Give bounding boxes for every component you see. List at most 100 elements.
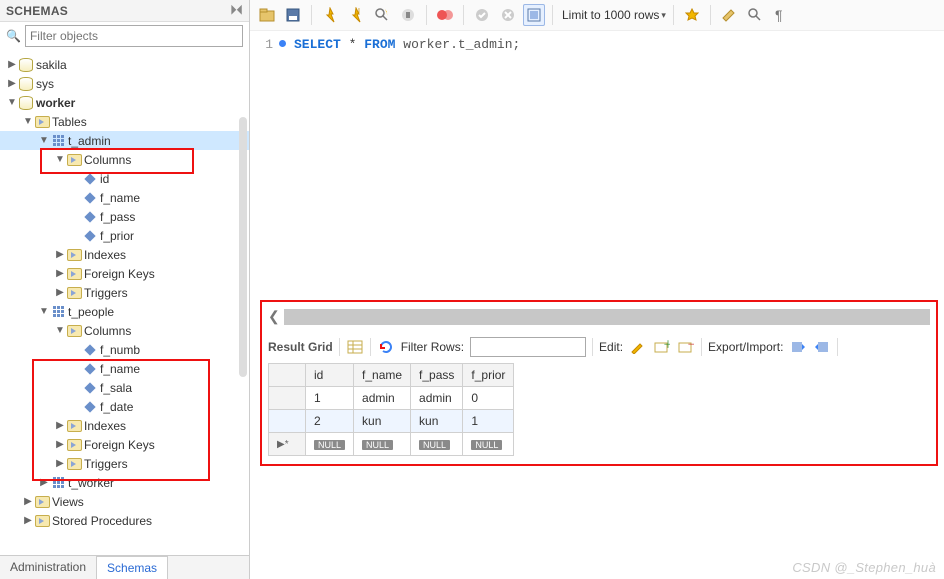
folder-stored-procedures[interactable]: ▶Stored Procedures [0,511,249,530]
table-t-admin[interactable]: ▼t_admin [0,131,249,150]
export-button[interactable] [789,339,807,355]
column-icon [84,382,95,393]
col-header[interactable]: f_name [354,364,411,387]
svg-text:＋: ＋ [663,340,670,351]
svg-text:－: － [687,340,694,351]
column-icon [84,211,95,222]
folder-icon [67,458,82,470]
results-nav: ❮ [268,308,930,325]
line-number: 1 [265,37,273,52]
column-icon [84,230,95,241]
column-icon [84,401,95,412]
folder-icon [35,515,50,527]
breakpoint-icon[interactable] [279,40,286,47]
toggle-autocommit-button[interactable] [434,4,456,26]
tab-schemas[interactable]: Schemas [96,556,168,579]
execute-button[interactable] [319,4,341,26]
db-sakila[interactable]: ▶sakila [0,55,249,74]
folder-icon [67,249,82,261]
beautify-button[interactable] [681,4,703,26]
brush-button[interactable] [718,4,740,26]
table-icon [53,477,64,488]
database-icon [19,96,33,110]
grid-row[interactable]: 1adminadmin0 [269,387,514,410]
col-f-name[interactable]: f_name [0,188,249,207]
col-f-name-p[interactable]: f_name [0,359,249,378]
col-f-numb[interactable]: f_numb [0,340,249,359]
folder-icon [67,154,82,166]
svg-text:¶: ¶ [775,7,783,23]
add-row-button[interactable]: ＋ [653,339,671,355]
folder-tables[interactable]: ▼Tables [0,112,249,131]
tab-administration[interactable]: Administration [0,556,96,579]
rollback-button[interactable] [497,4,519,26]
schema-tree[interactable]: ▶sakila ▶sys ▼worker ▼Tables ▼t_admin ▼C… [0,51,249,555]
col-f-date[interactable]: f_date [0,397,249,416]
folder-columns-people[interactable]: ▼Columns [0,321,249,340]
col-f-sala[interactable]: f_sala [0,378,249,397]
database-icon [19,77,33,91]
db-worker[interactable]: ▼worker [0,93,249,112]
toggle-invisible-button[interactable]: ¶ [770,4,792,26]
folder-triggers-admin[interactable]: ▶Triggers [0,283,249,302]
col-f-pass[interactable]: f_pass [0,207,249,226]
result-grid-label: Result Grid [268,340,333,354]
stop-button[interactable] [397,4,419,26]
col-id[interactable]: id [0,169,249,188]
sidebar-title: SCHEMAS [6,4,68,18]
db-sys[interactable]: ▶sys [0,74,249,93]
col-header[interactable]: id [306,364,354,387]
col-header[interactable]: f_prior [463,364,514,387]
save-button[interactable] [282,4,304,26]
folder-fk-people[interactable]: ▶Foreign Keys [0,435,249,454]
toggle-limit-button[interactable] [523,4,545,26]
col-header[interactable]: f_pass [411,364,463,387]
folder-indexes-people[interactable]: ▶Indexes [0,416,249,435]
nav-bar[interactable] [284,309,930,325]
column-icon [84,173,95,184]
results-toolbar: Result Grid Filter Rows: Edit: ＋ － Expor… [268,337,930,357]
filter-rows-input[interactable] [470,337,586,357]
table-t-worker[interactable]: ▶t_worker [0,473,249,492]
delete-row-button[interactable]: － [677,339,695,355]
sidebar-header: SCHEMAS ⏵⏴ [0,0,249,22]
search-icon: 🔍 [6,29,21,43]
editor-toolbar: I Limit to 1000 rows▾ ¶ [250,0,944,31]
schemas-sidebar: SCHEMAS ⏵⏴ 🔍 ▶sakila ▶sys ▼worker ▼Table… [0,0,250,579]
nav-back-button[interactable]: ❮ [268,308,280,325]
sidebar-scrollbar[interactable] [239,51,247,511]
commit-button[interactable] [471,4,493,26]
filter-objects-input[interactable] [25,25,243,47]
refresh-button[interactable] [377,339,395,355]
sql-code[interactable]: SELECT * FROM worker.t_admin; [294,37,520,52]
open-file-button[interactable] [256,4,278,26]
grid-header-row: id f_name f_pass f_prior [269,364,514,387]
table-icon [53,306,64,317]
col-f-prior[interactable]: f_prior [0,226,249,245]
grid-new-row[interactable]: ▶* NULL NULL NULL NULL [269,433,514,456]
main-panel: I Limit to 1000 rows▾ ¶ 1 SELECT * FROM … [250,0,944,579]
table-t-people[interactable]: ▼t_people [0,302,249,321]
sql-editor[interactable]: 1 SELECT * FROM worker.t_admin; [250,31,944,52]
folder-columns-admin[interactable]: ▼Columns [0,150,249,169]
execute-current-button[interactable]: I [345,4,367,26]
grid-view-button[interactable] [346,339,364,355]
result-grid[interactable]: id f_name f_pass f_prior 1adminadmin0 2k… [268,363,514,456]
sidebar-tabs: Administration Schemas [0,555,249,579]
watermark: CSDN @_Stephen_huà [792,560,936,575]
grid-row[interactable]: 2kunkun1 [269,410,514,433]
find-button[interactable] [744,4,766,26]
folder-triggers-people[interactable]: ▶Triggers [0,454,249,473]
export-import-label: Export/Import: [708,340,783,354]
folder-icon [67,439,82,451]
row-limit-dropdown[interactable]: Limit to 1000 rows▾ [560,8,666,22]
folder-indexes-admin[interactable]: ▶Indexes [0,245,249,264]
explain-button[interactable] [371,4,393,26]
folder-views[interactable]: ▶Views [0,492,249,511]
edit-label: Edit: [599,340,623,354]
edit-row-button[interactable] [629,339,647,355]
import-button[interactable] [813,339,831,355]
folder-fk-admin[interactable]: ▶Foreign Keys [0,264,249,283]
sidebar-collapse-icon[interactable]: ⏵⏴ [230,3,243,18]
folder-icon [67,325,82,337]
